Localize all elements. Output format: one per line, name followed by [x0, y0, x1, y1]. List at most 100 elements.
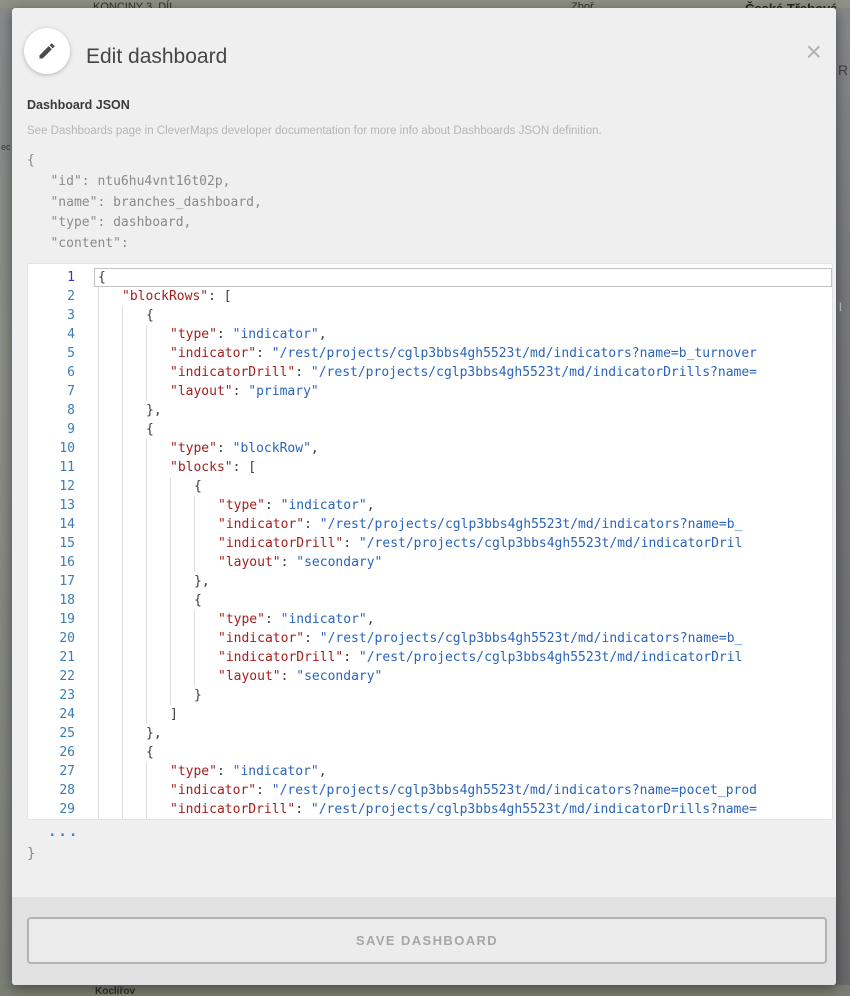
code-line[interactable]: 22"layout": "secondary": [28, 667, 832, 686]
code-line[interactable]: 18{: [28, 591, 832, 610]
code-line[interactable]: 24]: [28, 705, 832, 724]
indent-guide: [170, 648, 194, 667]
json-punctuation: },: [194, 574, 210, 589]
code-line[interactable]: 26 {: [28, 743, 832, 762]
json-punctuation: {: [146, 308, 154, 323]
code-line[interactable]: 8},: [28, 401, 832, 420]
json-punctuation: ,: [367, 498, 375, 513]
indent-guide: [122, 382, 146, 401]
code-line[interactable]: 5"indicator": "/rest/projects/cglp3bbs4g…: [28, 344, 832, 363]
line-number: 10: [28, 439, 94, 458]
line-number: 2: [28, 287, 94, 306]
indent-guide: [98, 724, 122, 743]
indent-guide: [170, 610, 194, 629]
indent-guide: [122, 325, 146, 344]
code-line[interactable]: 21"indicatorDrill": "/rest/projects/cglp…: [28, 648, 832, 667]
indent-guide: [98, 743, 122, 762]
code-line[interactable]: 4"type": "indicator",: [28, 325, 832, 344]
indent-guide: [98, 762, 122, 781]
indent-guide: [146, 800, 170, 819]
map-label: KONCINY 3. DÍL: [93, 1, 175, 8]
code-line[interactable]: 14"indicator": "/rest/projects/cglp3bbs4…: [28, 515, 832, 534]
indent-guide: [98, 686, 122, 705]
line-number: 23: [28, 686, 94, 705]
code-line[interactable]: 20"indicator": "/rest/projects/cglp3bbs4…: [28, 629, 832, 648]
indent-guide: [146, 705, 170, 724]
indent-guide: [98, 648, 122, 667]
indent-guide: [146, 629, 170, 648]
json-key: "indicatorDrill": [218, 650, 343, 665]
line-number: 29: [28, 800, 94, 819]
indent-guide: [122, 705, 146, 724]
line-number: 17: [28, 572, 94, 591]
code-line[interactable]: 9{: [28, 420, 832, 439]
indent-guide: [122, 534, 146, 553]
code-line[interactable]: 1{: [28, 268, 832, 287]
indent-guide: [122, 496, 146, 515]
indent-guide: [122, 743, 146, 762]
json-key: "type": [218, 498, 265, 513]
code-line[interactable]: 28"indicator": "/rest/projects/cglp3bbs4…: [28, 781, 832, 800]
code-line[interactable]: 12 {: [28, 477, 832, 496]
indent-guide: [122, 591, 146, 610]
code-line[interactable]: 13"type": "indicator",: [28, 496, 832, 515]
code-line[interactable]: 11"blocks": [: [28, 458, 832, 477]
code-line[interactable]: 15"indicatorDrill": "/rest/projects/cglp…: [28, 534, 832, 553]
indent-guide: [122, 306, 146, 325]
json-key: "indicator": [170, 783, 256, 798]
line-number: 26: [28, 743, 94, 762]
code-line[interactable]: 2"blockRows": [: [28, 287, 832, 306]
json-punctuation: :: [217, 764, 233, 779]
dialog-footer: SAVE DASHBOARD: [12, 897, 836, 985]
indent-guide: [98, 306, 122, 325]
indent-guide: [98, 534, 122, 553]
code-line[interactable]: 23}: [28, 686, 832, 705]
save-dashboard-button[interactable]: SAVE DASHBOARD: [27, 917, 827, 964]
json-string-value: "/rest/projects/cglp3bbs4gh5523t/md/indi…: [272, 783, 757, 798]
line-number: 16: [28, 553, 94, 572]
map-label: Česká Třebová: [745, 1, 838, 8]
code-line[interactable]: 29"indicatorDrill": "/rest/projects/cglp…: [28, 800, 832, 819]
indent-guide: [98, 705, 122, 724]
json-key: "blockRows": [122, 289, 208, 304]
code-line[interactable]: 10"type": "blockRow",: [28, 439, 832, 458]
json-punctuation: {: [194, 593, 202, 608]
code-line[interactable]: 19"type": "indicator",: [28, 610, 832, 629]
indent-guide: [98, 572, 122, 591]
indent-guide: [146, 515, 170, 534]
code-line[interactable]: 3{: [28, 306, 832, 325]
indent-guide: [122, 439, 146, 458]
json-string-value: "indicator": [281, 612, 367, 627]
line-number: 12: [28, 477, 94, 496]
indent-guide: [122, 610, 146, 629]
indent-guide: [194, 553, 218, 572]
indent-guide: [122, 800, 146, 819]
json-key: "layout": [218, 669, 281, 684]
line-number: 24: [28, 705, 94, 724]
indent-guide: [170, 553, 194, 572]
indent-guide: [194, 648, 218, 667]
code-line[interactable]: 16"layout": "secondary": [28, 553, 832, 572]
indent-guide: [170, 496, 194, 515]
line-number: 13: [28, 496, 94, 515]
json-key: "indicator": [218, 517, 304, 532]
indent-guide: [170, 477, 194, 496]
code-line[interactable]: 17},: [28, 572, 832, 591]
indent-guide: [122, 667, 146, 686]
json-closing-brace: }: [27, 846, 35, 862]
close-icon[interactable]: ×: [806, 38, 822, 66]
json-code-editor[interactable]: 1{2"blockRows": [3{4"type": "indicator",…: [27, 263, 833, 820]
indent-guide: [98, 363, 122, 382]
code-line[interactable]: 25},: [28, 724, 832, 743]
code-line[interactable]: 27"type": "indicator",: [28, 762, 832, 781]
backdrop-map-bottom: Koclířov: [0, 985, 850, 996]
code-line[interactable]: 6"indicatorDrill": "/rest/projects/cglp3…: [28, 363, 832, 382]
json-punctuation: {: [194, 479, 202, 494]
line-number: 20: [28, 629, 94, 648]
indent-guide: [194, 515, 218, 534]
indent-guide: [98, 800, 122, 819]
indent-guide: [146, 363, 170, 382]
code-line[interactable]: 7"layout": "primary": [28, 382, 832, 401]
indent-guide: [122, 724, 146, 743]
json-punctuation: {: [146, 745, 154, 760]
